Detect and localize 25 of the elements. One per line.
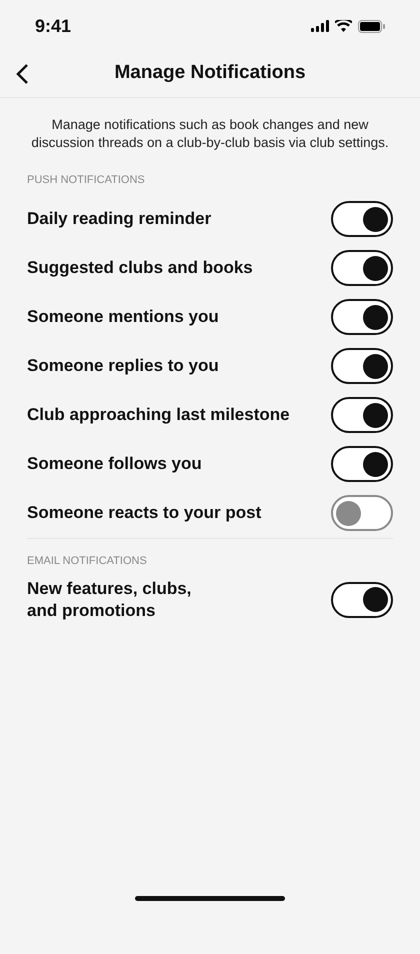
battery-icon: [358, 20, 385, 32]
setting-label: Daily reading reminder: [27, 208, 212, 230]
setting-label: Someone follows you: [27, 453, 202, 475]
description-text: Manage notifications such as book changes and new discussion threads on a club-by-club basis via club settings.: [30, 116, 390, 152]
setting-label: Someone reacts to your post: [27, 502, 262, 524]
toggle-switch[interactable]: [331, 495, 393, 531]
setting-label: Suggested clubs and books: [27, 257, 253, 279]
section-header: EMAIL NOTIFICATIONS: [27, 554, 148, 568]
chevron-left-icon: [15, 63, 29, 85]
signal-icon: [311, 20, 329, 32]
status-time: 9:41: [35, 14, 72, 38]
toggle-switch[interactable]: [331, 582, 393, 618]
setting-label: Someone replies to you: [27, 355, 219, 377]
toggle-switch[interactable]: [331, 299, 393, 335]
page-title: Manage Notifications: [114, 61, 306, 86]
setting-label: New features, clubs, and promotions: [27, 578, 192, 622]
toggle-switch[interactable]: [331, 397, 393, 433]
setting-label: Someone mentions you: [27, 306, 219, 328]
section-header: PUSH NOTIFICATIONS: [27, 173, 146, 188]
toggle-switch[interactable]: [331, 446, 393, 482]
toggle-switch[interactable]: [331, 201, 393, 237]
toggle-switch[interactable]: [331, 250, 393, 286]
wifi-icon: [335, 20, 352, 32]
setting-label: Club approaching last milestone: [27, 404, 290, 426]
toggle-switch[interactable]: [331, 348, 393, 384]
